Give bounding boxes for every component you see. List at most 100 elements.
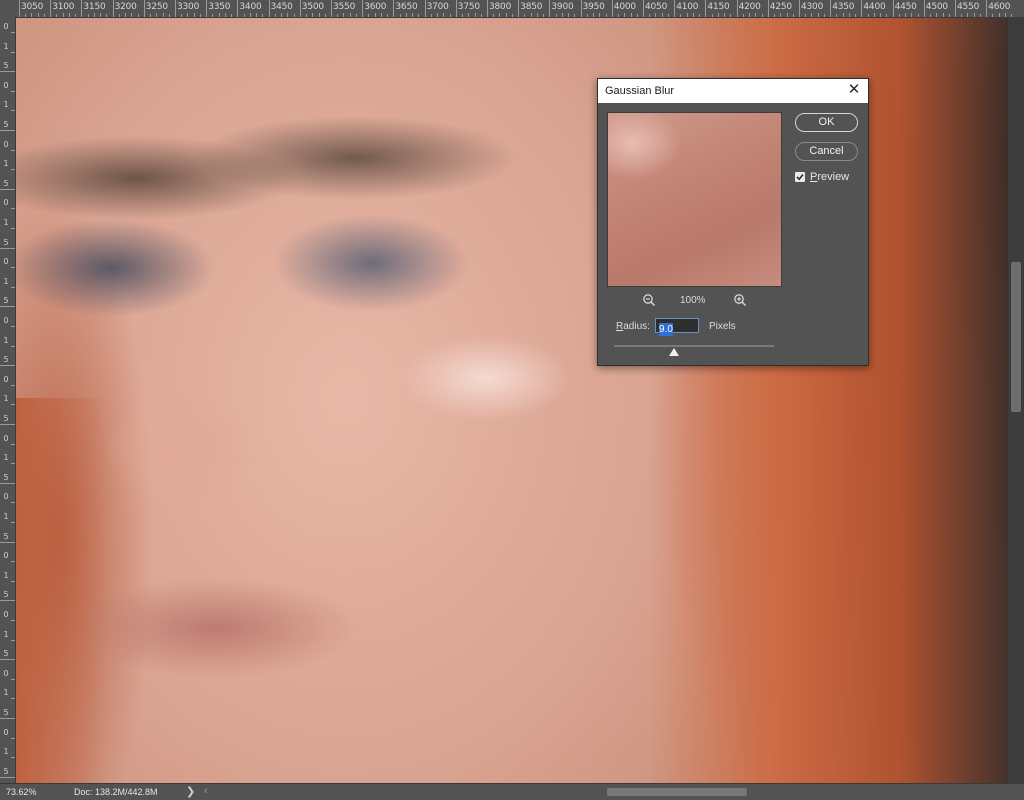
ruler-label: 3250 — [145, 2, 168, 12]
canvas-image-region — [16, 398, 106, 783]
ruler-label: 0 — [3, 22, 9, 31]
ruler-label: 0 — [3, 551, 9, 561]
status-menu-arrow-icon[interactable]: ❯ — [186, 785, 195, 798]
ruler-tick — [0, 659, 15, 661]
cancel-button[interactable]: Cancel — [795, 142, 858, 161]
ruler-minor-tick — [287, 13, 289, 17]
ruler-minor-tick — [880, 13, 882, 17]
radius-slider-track[interactable] — [614, 345, 774, 347]
ruler-label: 4600 — [988, 2, 1011, 12]
ruler-major-tick — [175, 0, 176, 17]
ruler-minor-tick — [262, 14, 264, 17]
ruler-minor-tick — [193, 13, 195, 17]
ruler-label: 0 — [3, 139, 9, 149]
ruler-major-tick — [518, 0, 520, 17]
horizontal-scrollbar[interactable] — [212, 788, 1012, 796]
ruler-tick — [11, 678, 15, 680]
ruler-minor-tick — [655, 13, 657, 17]
ruler-minor-tick — [106, 14, 108, 17]
ruler-minor-tick — [349, 13, 351, 17]
ruler-minor-tick — [150, 14, 152, 17]
ruler-minor-tick — [848, 13, 850, 17]
ruler-tick — [11, 620, 15, 621]
zoom-in-icon[interactable] — [733, 293, 747, 307]
ruler-major-tick — [81, 0, 83, 17]
ok-button[interactable]: OK — [795, 113, 858, 132]
ruler-label: 4300 — [801, 2, 824, 12]
vertical-scroll-thumb[interactable] — [1011, 262, 1021, 412]
dialog-title: Gaussian Blur — [605, 85, 675, 97]
ruler-label: 5 — [3, 708, 9, 717]
ruler-label: 3100 — [52, 2, 75, 12]
ruler-minor-tick — [25, 14, 27, 17]
radius-value: 9.0 — [659, 323, 673, 336]
ruler-major-tick — [923, 0, 925, 17]
ruler-minor-tick — [886, 14, 888, 17]
ruler-minor-tick — [561, 13, 563, 17]
dialog-titlebar[interactable]: Gaussian Blur ✕ — [598, 79, 868, 103]
ruler-minor-tick — [505, 13, 507, 17]
document-size-info: Doc: 138.2M/442.8M — [74, 787, 158, 797]
ruler-minor-tick — [368, 14, 370, 17]
ruler-minor-tick — [337, 14, 339, 17]
ruler-label: 1 — [3, 276, 9, 286]
ruler-minor-tick — [243, 14, 245, 17]
ruler-minor-tick — [474, 13, 476, 17]
ruler-minor-tick — [374, 13, 376, 17]
ruler-major-tick — [362, 0, 364, 17]
horizontal-scroll-thumb[interactable] — [607, 788, 747, 796]
ruler-label: 3600 — [364, 2, 387, 12]
ruler-minor-tick — [711, 14, 713, 17]
ruler-major-tick — [143, 0, 145, 17]
ruler-major-tick — [424, 0, 426, 17]
ruler-minor-tick — [967, 13, 969, 17]
ruler-label: 3150 — [83, 2, 106, 12]
top-ruler[interactable]: 3050 3100 3150 3200 3250 3300 3350 3400 3450 3500… — [0, 0, 1024, 18]
ruler-label: 1 — [3, 218, 9, 227]
ruler-label: 4350 — [832, 2, 855, 12]
radius-slider-thumb[interactable] — [669, 348, 679, 356]
ruler-minor-tick — [536, 13, 538, 17]
zoom-out-icon[interactable] — [642, 293, 656, 307]
ruler-label: 4050 — [645, 2, 668, 12]
ruler-tick — [11, 267, 15, 269]
ruler-tick — [11, 90, 15, 92]
ruler-tick — [11, 384, 15, 386]
ruler-minor-tick — [355, 14, 357, 17]
ruler-minor-tick — [661, 13, 663, 17]
blur-preview-window[interactable] — [607, 112, 782, 287]
ruler-minor-tick — [511, 14, 513, 17]
ruler-minor-tick — [430, 14, 432, 17]
scroll-left-arrow-icon[interactable]: ‹ — [204, 785, 208, 797]
preview-label[interactable]: Preview — [810, 171, 849, 183]
ruler-minor-tick — [274, 14, 276, 17]
ruler-minor-tick — [462, 14, 464, 17]
radius-input[interactable]: 9.0 — [655, 318, 699, 336]
ruler-minor-tick — [224, 13, 226, 17]
ruler-major-tick — [549, 0, 551, 17]
zoom-percentage[interactable]: 73.62% — [6, 787, 37, 797]
vertical-scrollbar[interactable] — [1008, 17, 1024, 783]
ruler-minor-tick — [755, 13, 757, 17]
ruler-minor-tick — [249, 13, 251, 17]
close-icon[interactable]: ✕ — [846, 82, 862, 98]
ruler-tick — [11, 345, 15, 347]
ruler-minor-tick — [499, 13, 501, 17]
ruler-minor-tick — [318, 13, 320, 17]
ruler-minor-tick — [973, 13, 975, 17]
ruler-label: 1 — [3, 394, 9, 404]
ruler-minor-tick — [75, 14, 77, 17]
left-ruler[interactable]: 0 1 5 0 1 5 0 1 5 0 1 5 0 1 5 0 1 5 0 1 5 0 1 5 0 1 5 0 1 5 0 1 5 0 1 5 0 1 5 — [0, 17, 16, 783]
ruler-minor-tick — [855, 14, 857, 17]
ruler-major-tick — [112, 0, 114, 17]
ruler-minor-tick — [898, 14, 900, 17]
ruler-tick — [0, 365, 15, 367]
ruler-minor-tick — [281, 13, 283, 17]
ruler-minor-tick — [162, 13, 164, 17]
preview-checkbox[interactable] — [795, 172, 805, 182]
ruler-minor-tick — [724, 13, 726, 17]
ruler-label: 3750 — [457, 2, 480, 12]
ruler-minor-tick — [468, 13, 470, 17]
ruler-tick — [11, 561, 15, 563]
ruler-label: 0 — [3, 727, 9, 737]
